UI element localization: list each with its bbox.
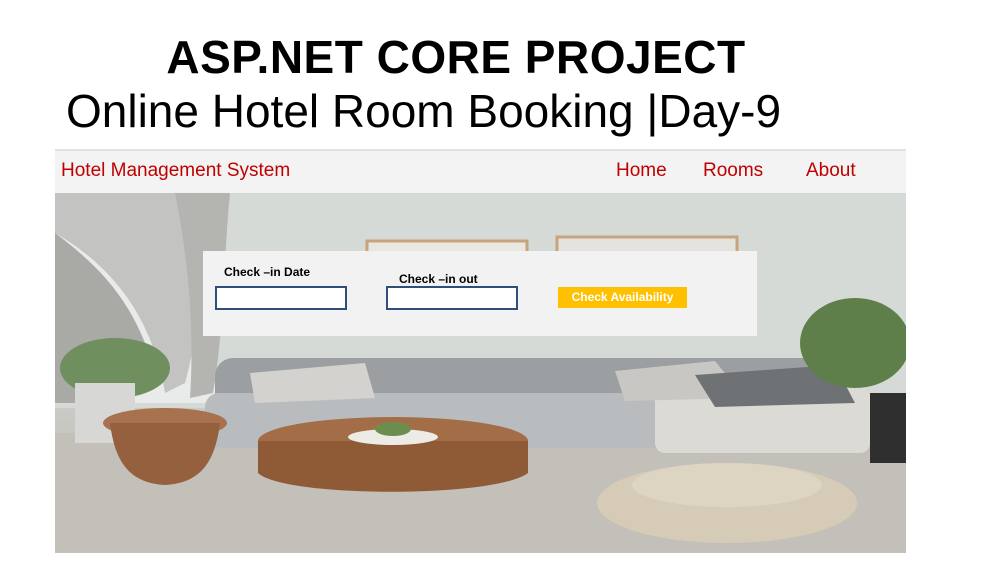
living-room-illustration xyxy=(55,193,906,553)
checkout-date-input[interactable] xyxy=(386,286,518,310)
page-subtitle: Online Hotel Room Booking |Day-9 xyxy=(66,85,782,137)
page-title: ASP.NET CORE PROJECT xyxy=(166,31,746,83)
nav-home[interactable]: Home xyxy=(616,160,667,182)
nav-rooms[interactable]: Rooms xyxy=(703,160,763,182)
navbar: Hotel Management System Home Rooms About xyxy=(55,149,906,193)
checkout-label: Check –in out xyxy=(399,272,478,286)
brand-link[interactable]: Hotel Management System xyxy=(61,160,290,182)
nav-about[interactable]: About xyxy=(806,160,856,182)
check-availability-button[interactable]: Check Availability xyxy=(558,287,687,308)
checkin-label: Check –in Date xyxy=(224,265,311,279)
hero-room-image xyxy=(55,193,906,553)
checkin-date-input[interactable] xyxy=(215,286,347,310)
